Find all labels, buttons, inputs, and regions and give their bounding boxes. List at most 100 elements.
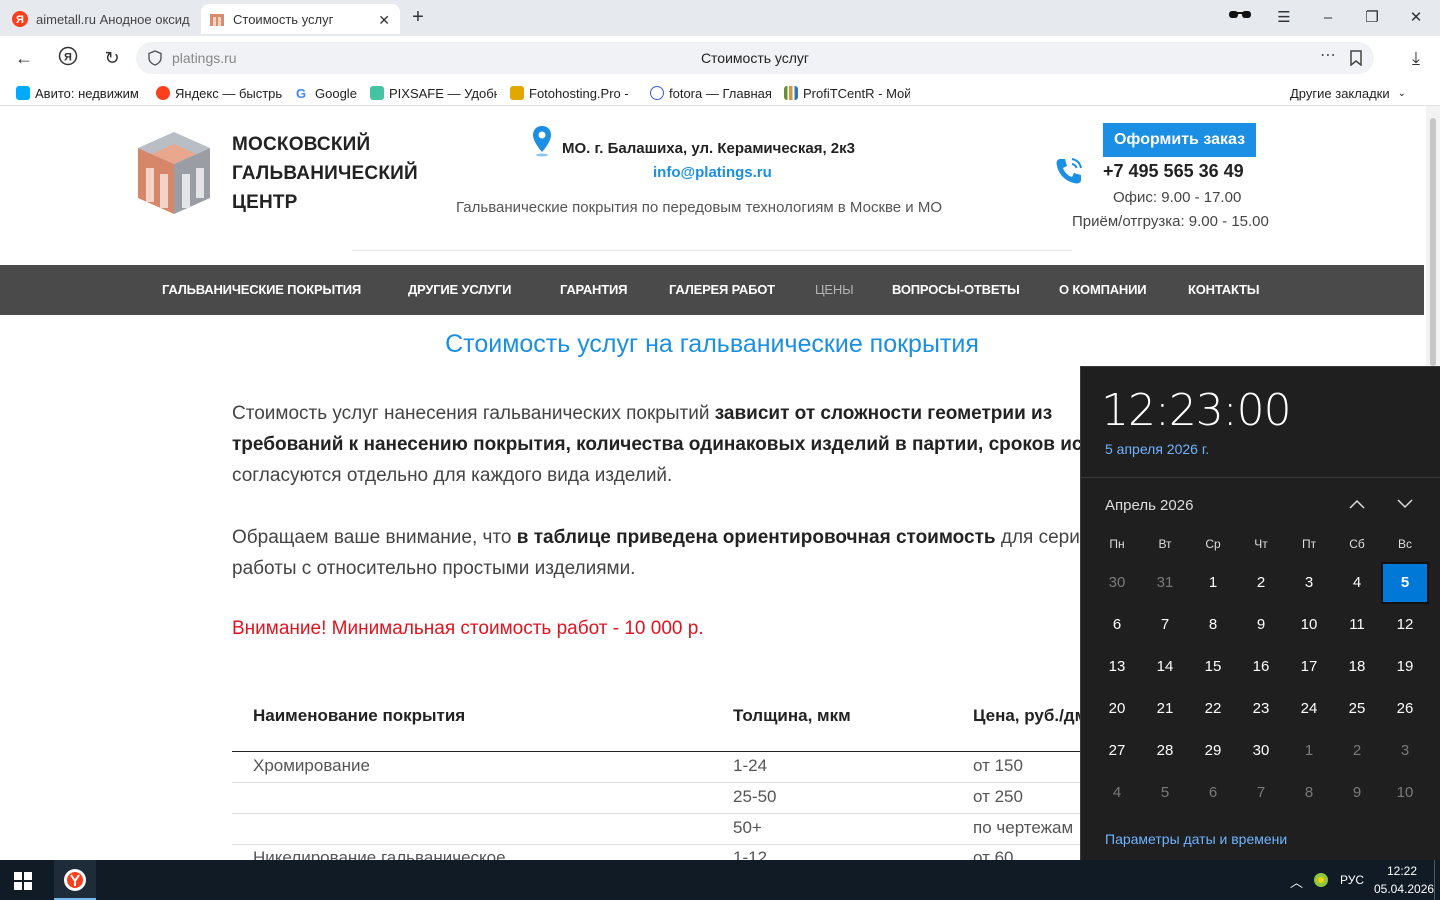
calendar-day[interactable]: 7 bbox=[1141, 604, 1189, 646]
browser-tab-active[interactable]: Стоимость услуг ✕ bbox=[201, 4, 400, 34]
calendar-day[interactable]: 4 bbox=[1333, 562, 1381, 604]
new-tab-icon[interactable]: + bbox=[406, 6, 430, 30]
chevron-down-icon[interactable] bbox=[1393, 493, 1417, 517]
calendar-day[interactable]: 21 bbox=[1141, 688, 1189, 730]
calendar-day[interactable]: 10 bbox=[1381, 772, 1429, 814]
calendar-day[interactable]: 11 bbox=[1333, 604, 1381, 646]
nav-item-faq[interactable]: ВОПРОСЫ-ОТВЕТЫ bbox=[892, 282, 1020, 297]
email-link[interactable]: info@platings.ru bbox=[653, 164, 772, 181]
calendar-day[interactable]: 15 bbox=[1189, 646, 1237, 688]
nav-item-contacts[interactable]: КОНТАКТЫ bbox=[1188, 282, 1259, 297]
bookmark-item[interactable]: G Google bbox=[296, 84, 362, 102]
text-span: для сери bbox=[995, 527, 1080, 548]
calendar-day[interactable]: 27 bbox=[1093, 730, 1141, 772]
calendar-day[interactable]: 9 bbox=[1237, 604, 1285, 646]
calendar-day[interactable]: 8 bbox=[1189, 604, 1237, 646]
calendar-day[interactable]: 28 bbox=[1141, 730, 1189, 772]
calendar-day[interactable]: 10 bbox=[1285, 604, 1333, 646]
nav-item-prices[interactable]: ЦЕНЫ bbox=[815, 282, 854, 297]
site-logo-text[interactable]: МОСКОВСКИЙ ГАЛЬВАНИЧЕСКИЙ ЦЕНТР bbox=[232, 130, 418, 217]
bookmark-icon[interactable] bbox=[1350, 50, 1362, 71]
scrollbar-thumb[interactable] bbox=[1430, 118, 1436, 366]
taskbar-clock-date[interactable]: 05.04.2026 bbox=[1374, 882, 1434, 896]
calendar-day[interactable]: 18 bbox=[1333, 646, 1381, 688]
date-time-settings-link[interactable]: Параметры даты и времени bbox=[1105, 831, 1287, 847]
show-desktop-button[interactable] bbox=[1434, 860, 1435, 900]
menu-hamburger-icon[interactable]: ☰ bbox=[1272, 7, 1296, 29]
bookmark-item[interactable]: Авито: недвижим bbox=[16, 84, 142, 102]
calendar-day[interactable]: 4 bbox=[1093, 772, 1141, 814]
calendar-day[interactable]: 2 bbox=[1333, 730, 1381, 772]
calendar-day[interactable]: 3 bbox=[1381, 730, 1429, 772]
other-bookmarks[interactable]: Другие закладки ⌄ bbox=[1290, 84, 1420, 102]
calendar-day[interactable]: 1 bbox=[1189, 562, 1237, 604]
bookmark-label: PIXSAFE — Удобн bbox=[389, 85, 497, 101]
bookmark-item[interactable]: ProfiTCentR - Мой bbox=[784, 84, 910, 102]
reload-icon[interactable]: ↻ bbox=[100, 46, 124, 70]
calendar-day[interactable]: 30 bbox=[1237, 730, 1285, 772]
calendar-day[interactable]: 2 bbox=[1237, 562, 1285, 604]
nav-item-about[interactable]: О КОМПАНИИ bbox=[1059, 282, 1147, 297]
close-tab-icon[interactable]: ✕ bbox=[378, 12, 390, 29]
taskbar-yandex-browser[interactable] bbox=[54, 860, 96, 900]
calendar-day[interactable]: 5 bbox=[1141, 772, 1189, 814]
calendar-day[interactable]: 6 bbox=[1093, 604, 1141, 646]
calendar-day[interactable]: 30 bbox=[1093, 562, 1141, 604]
yandex-home-icon[interactable]: Я bbox=[56, 46, 80, 70]
calendar-day[interactable]: 1 bbox=[1285, 730, 1333, 772]
calendar-day[interactable]: 9 bbox=[1333, 772, 1381, 814]
site-logo-icon[interactable] bbox=[132, 128, 216, 221]
nav-item-other-services[interactable]: ДРУГИЕ УСЛУГИ bbox=[408, 282, 512, 297]
calendar-day[interactable]: 24 bbox=[1285, 688, 1333, 730]
taskbar-clock-time[interactable]: 12:22 bbox=[1387, 864, 1417, 878]
calendar-day[interactable]: 16 bbox=[1237, 646, 1285, 688]
nav-item-galvanic[interactable]: ГАЛЬВАНИЧЕСКИЕ ПОКРЫТИЯ bbox=[162, 282, 361, 297]
download-icon[interactable]: ⤓ bbox=[1404, 46, 1428, 70]
bookmark-item[interactable]: Fotohosting.Pro - bbox=[510, 84, 636, 102]
tray-chevron-up-icon[interactable]: ︿ bbox=[1290, 872, 1303, 891]
calendar-day[interactable]: 7 bbox=[1237, 772, 1285, 814]
calendar-day-today[interactable]: 5 bbox=[1381, 562, 1429, 604]
clock-date-link[interactable]: 5 апреля 2026 г. bbox=[1105, 441, 1209, 457]
other-bookmarks-label: Другие закладки bbox=[1290, 85, 1390, 101]
calendar-month-label[interactable]: Апрель 2026 bbox=[1105, 497, 1193, 514]
calendar-day[interactable]: 25 bbox=[1333, 688, 1381, 730]
calendar-day[interactable]: 13 bbox=[1093, 646, 1141, 688]
phone-number[interactable]: +7 495 565 36 49 bbox=[1103, 161, 1244, 182]
calendar-day[interactable]: 29 bbox=[1189, 730, 1237, 772]
chevron-up-icon[interactable] bbox=[1345, 493, 1369, 517]
calendar-day[interactable]: 26 bbox=[1381, 688, 1429, 730]
order-button[interactable]: Оформить заказ bbox=[1103, 123, 1256, 157]
calendar-day[interactable]: 3 bbox=[1285, 562, 1333, 604]
calendar-day[interactable]: 19 bbox=[1381, 646, 1429, 688]
minimize-icon[interactable]: – bbox=[1316, 7, 1340, 29]
back-arrow-icon[interactable]: ← bbox=[12, 46, 36, 70]
bookmark-item[interactable]: fotora — Главная bbox=[650, 84, 774, 102]
nav-item-gallery[interactable]: ГАЛЕРЕЯ РАБОТ bbox=[669, 282, 775, 297]
calendar-day[interactable]: 14 bbox=[1141, 646, 1189, 688]
calendar-day[interactable]: 23 bbox=[1237, 688, 1285, 730]
omnibox[interactable]: platings.ru Стоимость услуг ⋯ bbox=[136, 42, 1374, 74]
bookmark-item[interactable]: PIXSAFE — Удобн bbox=[370, 84, 497, 102]
calendar-day[interactable]: 6 bbox=[1189, 772, 1237, 814]
bookmark-item[interactable]: Яндекс — быстрь bbox=[156, 84, 282, 102]
input-language[interactable]: РУС bbox=[1340, 873, 1364, 887]
calendar-day[interactable]: 8 bbox=[1285, 772, 1333, 814]
site-favicon-icon bbox=[209, 11, 225, 27]
page-title-in-omnibox: Стоимость услуг bbox=[700, 50, 810, 66]
calendar-day[interactable]: 22 bbox=[1189, 688, 1237, 730]
close-window-icon[interactable]: ✕ bbox=[1404, 7, 1428, 29]
incognito-glasses-icon[interactable] bbox=[1228, 7, 1252, 29]
browser-tab[interactable]: Я aimetall.ru Анодное оксид bbox=[4, 4, 198, 34]
restore-icon[interactable]: ❐ bbox=[1360, 7, 1384, 29]
more-dots-icon[interactable]: ⋯ bbox=[1320, 45, 1336, 65]
nav-item-guarantee[interactable]: ГАРАНТИЯ bbox=[560, 282, 627, 297]
windows-start-icon[interactable] bbox=[14, 872, 32, 895]
tray-app-icon[interactable] bbox=[1313, 872, 1329, 893]
calendar-day[interactable]: 31 bbox=[1141, 562, 1189, 604]
flyout-divider bbox=[1081, 477, 1440, 478]
calendar-day[interactable]: 12 bbox=[1381, 604, 1429, 646]
bookmark-label: Google bbox=[315, 85, 357, 101]
calendar-day[interactable]: 20 bbox=[1093, 688, 1141, 730]
calendar-day[interactable]: 17 bbox=[1285, 646, 1333, 688]
